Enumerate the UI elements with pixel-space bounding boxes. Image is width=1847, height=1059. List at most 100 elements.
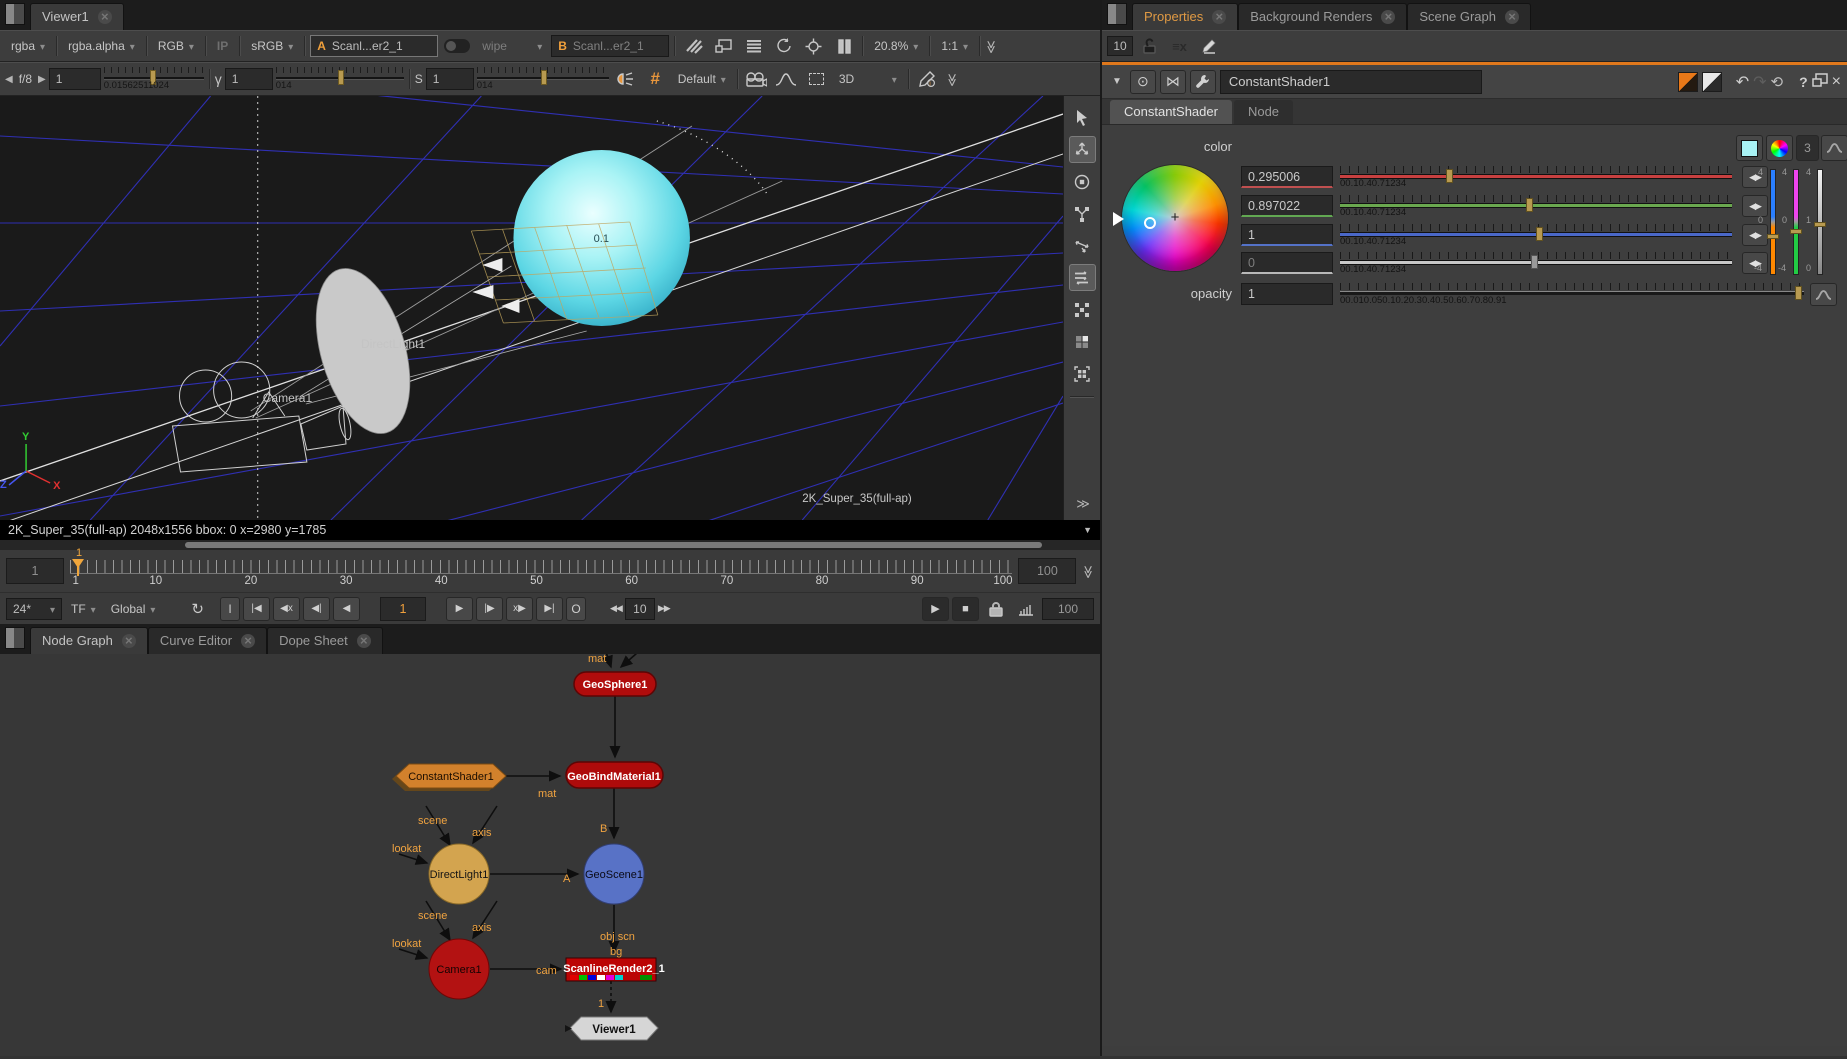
alpha-slider[interactable]: 00.10.40.71234: [1340, 252, 1732, 276]
rotate-tool-icon[interactable]: [1069, 168, 1096, 195]
more-options-chevron[interactable]: ≫: [983, 40, 999, 52]
saturation-slider[interactable]: 014: [477, 66, 609, 92]
more-options-chevron[interactable]: ≫: [944, 73, 960, 85]
opacity-value-field[interactable]: 1: [1241, 283, 1333, 305]
go-to-end-button[interactable]: ▶|: [536, 597, 563, 621]
node-name-field[interactable]: ConstantShader1: [1220, 70, 1482, 94]
node-geosphere1[interactable]: GeoSphere1: [574, 672, 656, 696]
clear-panels-icon[interactable]: ≡x: [1166, 33, 1193, 60]
multipane-layout-icon[interactable]: [1069, 264, 1096, 291]
display-channel-dropdown[interactable]: RGB: [152, 35, 200, 57]
gamma-field[interactable]: 1: [225, 68, 273, 90]
pause-icon[interactable]: [830, 33, 857, 60]
blue-slider[interactable]: 00.10.40.71234: [1340, 224, 1732, 248]
revert-icon[interactable]: ⟲: [1771, 73, 1784, 91]
opacity-curve-button[interactable]: [1810, 283, 1837, 306]
fstop-next-button[interactable]: ▶: [38, 74, 46, 85]
roi-windows-icon[interactable]: [710, 33, 737, 60]
pixel-aspect-dropdown[interactable]: 1:1: [935, 35, 974, 57]
jump-forward-button[interactable]: ▶▶: [658, 603, 670, 614]
step-forward-button[interactable]: |▶: [476, 597, 503, 621]
tab-viewer1[interactable]: Viewer1: [30, 3, 124, 30]
next-keyframe-button[interactable]: x▶: [506, 597, 533, 621]
close-panel-icon[interactable]: ×: [1832, 73, 1841, 91]
close-icon[interactable]: [1381, 9, 1395, 24]
float-panel-icon[interactable]: [1812, 73, 1828, 90]
skew-tool-icon[interactable]: [1069, 232, 1096, 259]
play-backward-button[interactable]: ◀: [333, 597, 360, 621]
set-in-button[interactable]: I: [220, 597, 240, 621]
set-out-button[interactable]: O: [566, 597, 586, 621]
flipbook-play-icon[interactable]: ▶: [922, 597, 949, 621]
close-icon[interactable]: [1212, 9, 1226, 24]
timeline-mode-dropdown[interactable]: TF: [65, 598, 102, 620]
timeline-ruler[interactable]: 1102030405060708090100 1: [70, 551, 1012, 591]
tab-node[interactable]: Node: [1234, 100, 1293, 124]
panel-color-swatch[interactable]: [1702, 72, 1722, 92]
wipe-toggle[interactable]: [444, 39, 470, 53]
gain-curve-icon[interactable]: [773, 66, 800, 93]
color-wheel[interactable]: +: [1122, 165, 1228, 271]
gain-slider[interactable]: 0.01562511024: [104, 66, 204, 92]
scale-tool-icon[interactable]: [1069, 200, 1096, 227]
viewer-process-dropdown[interactable]: Default: [672, 68, 732, 90]
red-green-vertical-slider[interactable]: [1770, 169, 1776, 275]
help-button[interactable]: ?: [1799, 74, 1808, 90]
red-channel-arrows-icon[interactable]: ◀▶: [1742, 166, 1768, 188]
gamma-slider[interactable]: 014: [276, 66, 404, 92]
opacity-slider[interactable]: 00.010.050.10.20.30.40.50.60.70.80.91: [1340, 283, 1804, 307]
close-icon[interactable]: [357, 633, 371, 648]
zoom-level-dropdown[interactable]: 20.8%: [868, 35, 924, 57]
split-view-icon[interactable]: [1069, 328, 1096, 355]
step-back-button[interactable]: ◀|: [303, 597, 330, 621]
jump-back-button[interactable]: ◀◀: [610, 603, 622, 614]
node-scanlinerender2-1[interactable]: ScanlineRender2_1: [563, 958, 665, 981]
current-frame-field[interactable]: 1: [380, 597, 426, 621]
tab-constantshader[interactable]: ConstantShader: [1110, 100, 1232, 124]
wrench-icon[interactable]: [1190, 70, 1216, 94]
fstop-prev-button[interactable]: ◀: [5, 74, 13, 85]
wipe-mode-dropdown[interactable]: wipe: [476, 35, 548, 57]
toolstrip-more-chevron[interactable]: ≫: [1076, 496, 1088, 512]
camera-wireframe[interactable]: [172, 362, 353, 472]
frame-view-icon[interactable]: [1069, 360, 1096, 387]
color-swatch-button[interactable]: [1736, 135, 1763, 161]
lock-camera-icon[interactable]: [743, 66, 770, 93]
edit-pencil-icon[interactable]: [1196, 33, 1223, 60]
tab-curve-editor[interactable]: Curve Editor: [148, 627, 267, 654]
green-slider[interactable]: 00.10.40.71234: [1340, 195, 1732, 219]
3d-viewport[interactable]: 0.1: [0, 96, 1063, 520]
close-icon[interactable]: [1505, 9, 1519, 24]
alpha-channel-dropdown[interactable]: rgba.alpha: [62, 35, 141, 57]
layer-dropdown[interactable]: rgba: [5, 35, 51, 57]
animation-curve-button[interactable]: [1821, 135, 1847, 161]
value-vertical-slider[interactable]: [1817, 169, 1823, 275]
red-slider[interactable]: 00.10.40.71234: [1340, 166, 1732, 190]
green-value-field[interactable]: 0.897022: [1241, 195, 1333, 217]
node-geoscene1[interactable]: GeoScene1: [584, 844, 644, 904]
play-forward-button[interactable]: ▶: [446, 597, 473, 621]
frame-range-icon[interactable]: [1012, 595, 1039, 622]
channel-count-button[interactable]: 3: [1796, 135, 1819, 161]
proxy-stripes-icon[interactable]: [680, 33, 707, 60]
green-channel-arrows-icon[interactable]: ◀▶: [1742, 195, 1768, 217]
node-directlight1[interactable]: DirectLight1: [429, 844, 489, 904]
node-camera1[interactable]: Camera1: [429, 939, 489, 999]
tab-node-graph[interactable]: Node Graph: [30, 627, 148, 654]
alpha-value-field[interactable]: 0: [1241, 252, 1333, 274]
timeline-more-chevron[interactable]: ≫: [1080, 565, 1096, 577]
range-end-field[interactable]: 100: [1018, 558, 1076, 584]
views-dropdown[interactable]: Global: [105, 598, 162, 620]
input-b-selector[interactable]: B Scanl...er2_1: [551, 35, 669, 57]
frame-increment-field[interactable]: 10: [625, 598, 655, 620]
snap-grid-icon[interactable]: [1069, 296, 1096, 323]
playback-range-end-field[interactable]: 100: [1042, 598, 1094, 620]
pane-split-icon[interactable]: [1107, 3, 1127, 25]
node-graph-canvas[interactable]: mat mat scene axis lookat B A scene axis…: [0, 654, 1100, 1056]
close-icon[interactable]: [241, 633, 255, 648]
refresh-icon[interactable]: [770, 33, 797, 60]
previous-keyframe-button[interactable]: ◀x: [273, 597, 300, 621]
clipping-gizmo-icon[interactable]: [800, 33, 827, 60]
saturation-field[interactable]: 1: [426, 68, 474, 90]
grid-overlay-icon[interactable]: #: [642, 66, 669, 93]
